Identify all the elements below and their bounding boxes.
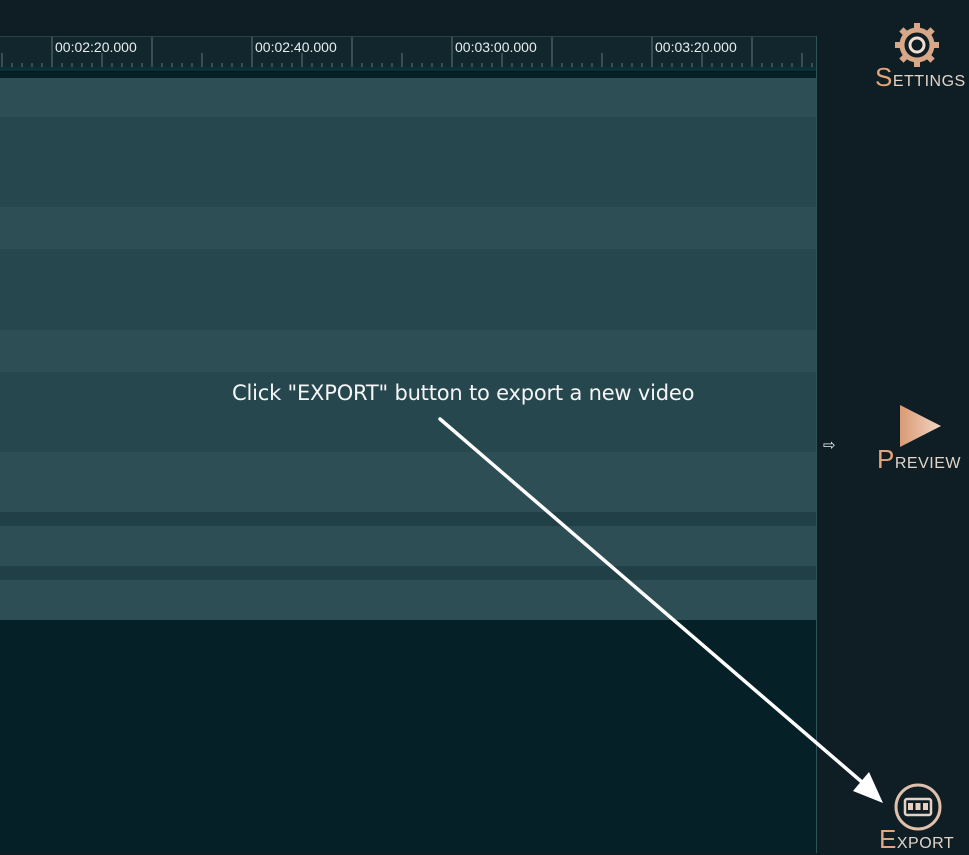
hint-arrow (438, 417, 883, 803)
